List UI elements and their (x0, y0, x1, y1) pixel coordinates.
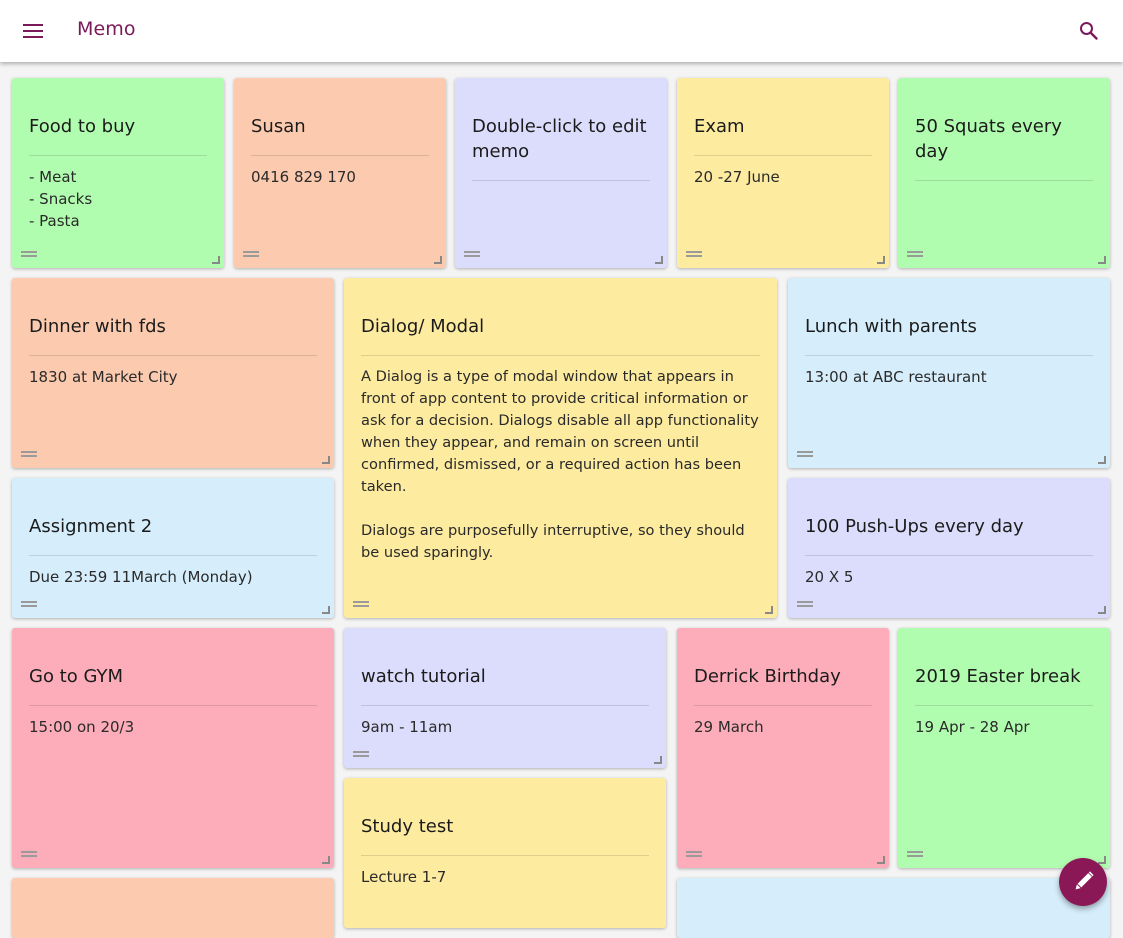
memo-card[interactable]: 50 Squats every day (898, 78, 1110, 268)
drag-handle-icon[interactable] (21, 601, 37, 607)
memo-card[interactable]: Susan 0416 829 170 (234, 78, 446, 268)
memo-card[interactable]: Dialog/ Modal A Dialog is a type of moda… (344, 278, 777, 618)
memo-body: A Dialog is a type of modal window that … (361, 368, 759, 561)
memo-card[interactable]: Exam 20 -27 June (677, 78, 889, 268)
memo-card[interactable]: Study test Lecture 1-7 (344, 778, 666, 928)
add-memo-button[interactable] (1059, 858, 1107, 906)
memo-body: 20 X 5 (805, 568, 854, 586)
memo-title: Exam (694, 114, 872, 156)
drag-handle-icon[interactable] (21, 851, 37, 857)
memo-title: Food to buy (29, 114, 207, 156)
memo-card[interactable] (677, 878, 1110, 938)
memo-card[interactable]: 2019 Easter break 19 Apr - 28 Apr (898, 628, 1110, 868)
drag-handle-icon[interactable] (353, 601, 369, 607)
resize-handle-icon[interactable] (655, 256, 663, 264)
resize-handle-icon[interactable] (877, 856, 885, 864)
memo-card[interactable]: Derrick Birthday 29 March (677, 628, 889, 868)
resize-handle-icon[interactable] (212, 256, 220, 264)
memo-title: Study test (361, 814, 649, 856)
pencil-icon (1075, 871, 1094, 890)
memo-card[interactable]: Food to buy - Meat - Snacks - Pasta (12, 78, 224, 268)
memo-body: 15:00 on 20/3 (29, 718, 135, 736)
memo-title: Dialog/ Modal (361, 314, 760, 356)
memo-card[interactable]: Lunch with parents 13:00 at ABC restaura… (788, 278, 1110, 468)
resize-handle-icon[interactable] (1098, 256, 1106, 264)
memo-body: 19 Apr - 28 Apr (915, 718, 1030, 736)
memo-body: Lecture 1-7 (361, 868, 447, 886)
memo-title: Assignment 2 (29, 514, 317, 556)
drag-handle-icon[interactable] (686, 251, 702, 257)
drag-handle-icon[interactable] (21, 251, 37, 257)
memo-card[interactable]: Double-click to edit memo (455, 78, 667, 268)
memo-card[interactable]: 100 Push-Ups every day 20 X 5 (788, 478, 1110, 618)
memo-card[interactable]: Assignment 2 Due 23:59 11March (Monday) (12, 478, 334, 618)
app-bar: Memo (0, 0, 1123, 62)
drag-handle-icon[interactable] (907, 851, 923, 857)
drag-handle-icon[interactable] (797, 601, 813, 607)
drag-handle-icon[interactable] (21, 451, 37, 457)
memo-card[interactable] (12, 878, 334, 938)
memo-title: watch tutorial (361, 664, 649, 706)
memo-body: 13:00 at ABC restaurant (805, 368, 987, 386)
memo-title: 100 Push-Ups every day (805, 514, 1093, 556)
memo-body: 0416 829 170 (251, 168, 356, 186)
resize-handle-icon[interactable] (765, 606, 773, 614)
memo-body: 9am - 11am (361, 718, 453, 736)
drag-handle-icon[interactable] (686, 851, 702, 857)
memo-title: 2019 Easter break (915, 664, 1093, 706)
resize-handle-icon[interactable] (877, 256, 885, 264)
drag-handle-icon[interactable] (907, 251, 923, 257)
memo-card[interactable]: Go to GYM 15:00 on 20/3 (12, 628, 334, 868)
resize-handle-icon[interactable] (654, 756, 662, 764)
memo-title: Susan (251, 114, 429, 156)
search-icon[interactable] (1077, 19, 1101, 43)
drag-handle-icon[interactable] (353, 751, 369, 757)
resize-handle-icon[interactable] (322, 856, 330, 864)
memo-title: Double-click to edit memo (472, 114, 650, 181)
memo-title: Derrick Birthday (694, 664, 872, 706)
memo-title: Lunch with parents (805, 314, 1093, 356)
menu-icon[interactable] (22, 20, 44, 42)
resize-handle-icon[interactable] (322, 606, 330, 614)
memo-body: 20 -27 June (694, 168, 780, 186)
memo-card[interactable]: watch tutorial 9am - 11am (344, 628, 666, 768)
resize-handle-icon[interactable] (1098, 606, 1106, 614)
memo-title: Go to GYM (29, 664, 317, 706)
memo-title: Dinner with fds (29, 314, 317, 356)
memo-body: 29 March (694, 718, 764, 736)
app-title: Memo (77, 18, 136, 40)
memo-body: 1830 at Market City (29, 368, 178, 386)
resize-handle-icon[interactable] (322, 456, 330, 464)
resize-handle-icon[interactable] (434, 256, 442, 264)
memo-body: Due 23:59 11March (Monday) (29, 568, 253, 586)
memo-body: - Meat - Snacks - Pasta (29, 168, 93, 230)
resize-handle-icon[interactable] (1098, 456, 1106, 464)
memo-card[interactable]: Dinner with fds 1830 at Market City (12, 278, 334, 468)
drag-handle-icon[interactable] (243, 251, 259, 257)
memo-title: 50 Squats every day (915, 114, 1093, 181)
drag-handle-icon[interactable] (797, 451, 813, 457)
drag-handle-icon[interactable] (464, 251, 480, 257)
